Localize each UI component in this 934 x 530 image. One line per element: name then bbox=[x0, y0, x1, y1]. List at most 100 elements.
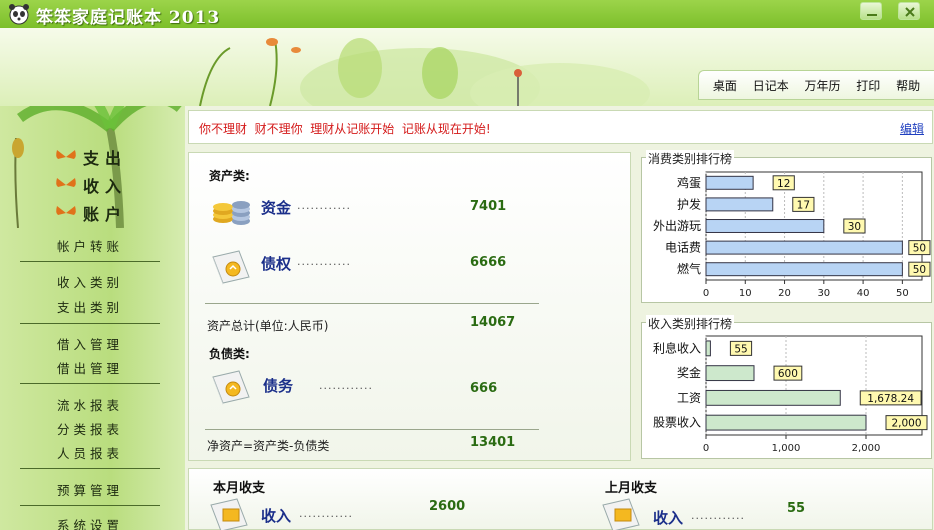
asset-claims-value[interactable]: 6666 bbox=[470, 255, 506, 270]
category-label: 工资 bbox=[677, 391, 701, 405]
menu-diary[interactable]: 日记本 bbox=[753, 77, 789, 94]
minimize-button[interactable] bbox=[860, 2, 882, 20]
income-ranking-chart: 收入类别排行榜 0 1,000 2,000 利息收入 55 奖金 600 工资 1,678.24… bbox=[641, 315, 932, 459]
asset-funds-label: 资金 bbox=[261, 199, 292, 217]
category-label: 奖金 bbox=[677, 365, 701, 380]
bar bbox=[705, 262, 903, 277]
menu-help[interactable]: 帮助 bbox=[896, 77, 920, 94]
net-assets-value: 13401 bbox=[470, 435, 516, 450]
expense-chart-svg: 0 10 20 30 40 50 鸡蛋 12 护发 17 外出游玩 30 电话费 50 燃气 50 bbox=[653, 171, 931, 299]
category-label: 利息收入 bbox=[653, 340, 701, 355]
leader-dots: ............ bbox=[299, 507, 353, 520]
menu-print[interactable]: 打印 bbox=[856, 77, 880, 94]
coins-icon bbox=[213, 201, 250, 225]
assets-section-title: 资产类: bbox=[209, 169, 250, 183]
data-label: 30 bbox=[848, 221, 861, 233]
app-title: 笨笨家庭记账本 2013 bbox=[36, 8, 221, 28]
chart-title: 消费类别排行榜 bbox=[646, 150, 735, 167]
this-month-title: 本月收支 bbox=[213, 481, 266, 496]
liability-debt-value[interactable]: 666 bbox=[470, 381, 497, 396]
last-month-income-value[interactable]: 55 bbox=[787, 501, 805, 516]
butterfly-icon bbox=[56, 178, 76, 192]
bar bbox=[705, 219, 825, 233]
net-assets-label: 净资产=资产类-负债类 bbox=[207, 439, 330, 453]
menu-desktop[interactable]: 桌面 bbox=[713, 77, 737, 94]
income-chart-svg: 0 1,000 2,000 利息收入 55 奖金 600 工资 1,678.24 股票收入 2,00… bbox=[653, 335, 928, 454]
nav-expense-category[interactable]: 支出类别 bbox=[20, 297, 160, 316]
nav-income-label: 收入 bbox=[83, 177, 128, 196]
asset-claims-label: 债权 bbox=[261, 255, 292, 273]
nav-income-category[interactable]: 收入类别 bbox=[20, 272, 160, 291]
nav-borrow-in[interactable]: 借入管理 bbox=[20, 334, 160, 353]
bar bbox=[705, 175, 754, 190]
assets-panel: 资产类: 资金 ............ 7401 债权 ...........… bbox=[188, 152, 631, 461]
data-label: 2,000 bbox=[891, 418, 921, 430]
minimize-icon bbox=[867, 14, 877, 16]
data-label: 1,678.24 bbox=[867, 393, 914, 405]
this-month-income-label: 收入 bbox=[261, 507, 292, 525]
butterfly-icon bbox=[56, 206, 76, 220]
ledger-icon bbox=[210, 498, 248, 530]
total-assets-label: 资产总计(单位:人民币) bbox=[207, 319, 329, 333]
nav-account[interactable]: 账户 bbox=[55, 202, 127, 224]
x-tick-label: 0 bbox=[703, 443, 709, 454]
data-label: 600 bbox=[778, 368, 798, 380]
nav-transfer[interactable]: 帐户转账 bbox=[20, 236, 160, 255]
nav-expense[interactable]: 支出 bbox=[55, 146, 127, 168]
butterfly-icon bbox=[56, 150, 76, 164]
x-tick-label: 30 bbox=[817, 288, 830, 299]
nav-settings[interactable]: 系统设置 bbox=[20, 515, 160, 530]
menu-calendar[interactable]: 万年历 bbox=[804, 77, 840, 94]
leader-dots: ............ bbox=[319, 379, 373, 392]
category-label: 股票收入 bbox=[653, 416, 701, 430]
last-month-income-label: 收入 bbox=[653, 509, 684, 527]
divider bbox=[20, 505, 160, 506]
slogan-bar: 你不理财 财不理你 理财从记账开始 记账从现在开始! 编辑 bbox=[188, 110, 933, 144]
bar bbox=[705, 365, 755, 382]
bar bbox=[705, 414, 867, 431]
x-tick-label: 40 bbox=[857, 288, 870, 299]
nav-category-report[interactable]: 分类报表 bbox=[20, 419, 160, 438]
data-label: 12 bbox=[777, 178, 790, 190]
data-label: 50 bbox=[913, 264, 926, 276]
this-month-income-value[interactable]: 2600 bbox=[429, 499, 465, 514]
leader-dots: ............ bbox=[297, 199, 351, 212]
bar bbox=[705, 389, 841, 406]
close-button[interactable] bbox=[898, 2, 920, 20]
nav-flow-report[interactable]: 流水报表 bbox=[20, 395, 160, 414]
nav-income[interactable]: 收入 bbox=[55, 174, 127, 196]
category-label: 外出游玩 bbox=[653, 219, 701, 233]
nav-expense-label: 支出 bbox=[83, 149, 128, 168]
slogan-text: 你不理财 财不理你 理财从记账开始 记账从现在开始! bbox=[199, 122, 491, 136]
nav-borrow-out[interactable]: 借出管理 bbox=[20, 358, 160, 377]
data-label: 50 bbox=[913, 243, 926, 255]
bar bbox=[705, 340, 711, 357]
divider bbox=[205, 303, 539, 304]
liability-debt-label: 债务 bbox=[263, 377, 294, 395]
x-tick-label: 20 bbox=[778, 288, 791, 299]
bar bbox=[705, 240, 903, 255]
panda-logo-icon bbox=[9, 4, 29, 25]
nav-person-report[interactable]: 人员报表 bbox=[20, 443, 160, 462]
data-label: 17 bbox=[797, 199, 810, 211]
chart-title: 收入类别排行榜 bbox=[646, 315, 735, 332]
x-tick-label: 50 bbox=[896, 288, 909, 299]
close-icon bbox=[905, 7, 915, 17]
divider bbox=[20, 323, 160, 324]
ledger-icon bbox=[212, 370, 250, 405]
x-tick-label: 10 bbox=[739, 288, 752, 299]
divider bbox=[20, 261, 160, 262]
liabilities-section-title: 负债类: bbox=[209, 347, 250, 361]
monthly-summary-panel: 本月收支 收入 ............ 2600 上月收支 收入 ......… bbox=[188, 468, 933, 530]
expense-ranking-chart: 消费类别排行榜 0 10 20 30 40 50 鸡蛋 12 护发 17 外出游玩 30 电话费 50 燃气… bbox=[641, 150, 932, 303]
edit-link[interactable]: 编辑 bbox=[900, 120, 924, 137]
bar bbox=[705, 197, 774, 212]
ledger-icon bbox=[602, 498, 640, 530]
divider bbox=[20, 468, 160, 469]
data-label: 55 bbox=[734, 343, 747, 355]
asset-funds-value[interactable]: 7401 bbox=[470, 199, 506, 214]
ledger-icon bbox=[212, 250, 250, 285]
total-assets-value: 14067 bbox=[470, 315, 516, 330]
nav-budget[interactable]: 预算管理 bbox=[20, 480, 160, 499]
top-menu: 桌面 日记本 万年历 打印 帮助 bbox=[698, 70, 934, 100]
